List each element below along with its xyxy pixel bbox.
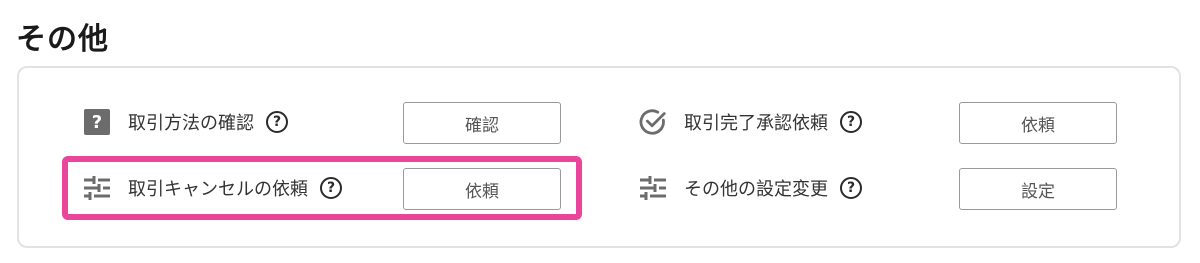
help-icon[interactable]: ? bbox=[840, 111, 862, 133]
help-icon[interactable]: ? bbox=[840, 177, 862, 199]
item-label: 取引完了承認依頼 bbox=[684, 113, 828, 134]
confirm-button[interactable]: 確認 bbox=[403, 102, 561, 144]
item-label: その他の設定変更 bbox=[684, 179, 828, 200]
sliders-icon bbox=[638, 173, 668, 203]
item-other-settings: その他の設定変更 ? bbox=[638, 166, 862, 210]
settings-button[interactable]: 設定 bbox=[959, 168, 1117, 210]
check-circle-icon bbox=[638, 107, 668, 137]
section-title: その他 bbox=[16, 22, 109, 57]
request-approval-button[interactable]: 依頼 bbox=[959, 102, 1117, 144]
item-trade-method: ? 取引方法の確認 ? bbox=[82, 100, 288, 144]
item-completion-approval: 取引完了承認依頼 ? bbox=[638, 100, 862, 144]
help-icon[interactable]: ? bbox=[266, 111, 288, 133]
question-box-icon: ? bbox=[82, 107, 112, 137]
highlight-frame bbox=[62, 156, 582, 220]
item-label: 取引方法の確認 bbox=[128, 113, 254, 134]
question-box-glyph: ? bbox=[84, 109, 110, 135]
